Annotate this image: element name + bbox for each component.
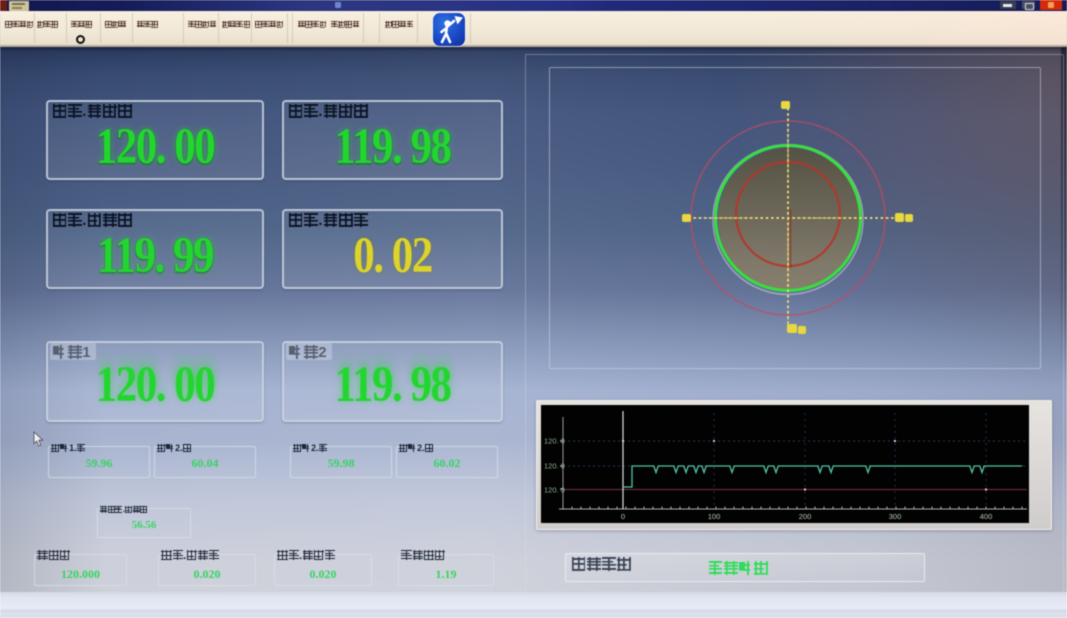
svg-text:400: 400 xyxy=(980,512,993,521)
svg-text:120. 0: 120. 0 xyxy=(544,462,565,471)
svg-text:120. 0: 120. 0 xyxy=(544,486,565,495)
svg-text:300: 300 xyxy=(889,512,902,521)
svg-text:120. 0: 120. 0 xyxy=(544,437,565,446)
svg-text:0: 0 xyxy=(621,512,625,521)
svg-text:200: 200 xyxy=(799,512,812,521)
svg-text:100: 100 xyxy=(708,512,721,521)
